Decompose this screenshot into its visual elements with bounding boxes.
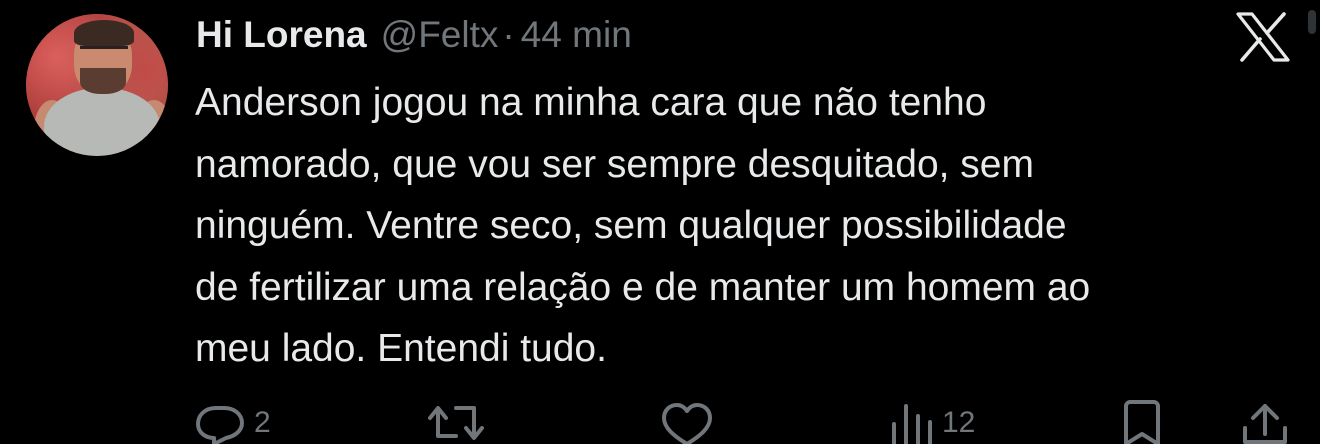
tweet-text: Anderson jogou na minha cara que não ten… [195, 72, 1295, 380]
views-button[interactable]: 12 [888, 400, 975, 444]
share-button[interactable] [1240, 400, 1300, 444]
tweet-timestamp[interactable]: 44 min [521, 14, 632, 56]
retweet-button[interactable] [424, 400, 498, 444]
tweet-header: Hi Lorena @Feltx · 44 min [196, 14, 632, 58]
bookmark-button[interactable] [1120, 400, 1174, 444]
avatar-beard [80, 68, 126, 94]
reply-icon [196, 406, 244, 444]
retweet-icon [428, 406, 484, 440]
views-count: 12 [942, 406, 976, 439]
views-icon [892, 404, 932, 444]
tweet-card[interactable]: Hi Lorena @Feltx · 44 min Anderson jogou… [0, 0, 1320, 444]
tweet-actions: 2 12 [0, 400, 1320, 444]
bookmark-icon [1124, 400, 1160, 444]
author-display-name[interactable]: Hi Lorena [196, 14, 367, 56]
author-handle[interactable]: @Feltx [381, 14, 499, 56]
tweet-text-line: de fertilizar uma relação e de manter um… [195, 265, 1091, 309]
tweet-text-line: meu lado. Entendi tudo. [195, 327, 607, 370]
tweet-text-line: namorado, que vou ser sempre desquitado,… [195, 142, 1034, 186]
avatar-shirt [44, 88, 160, 156]
heart-icon [662, 403, 712, 444]
x-logo-icon [1236, 12, 1290, 62]
share-icon [1243, 404, 1287, 444]
reply-button[interactable]: 2 [194, 400, 271, 444]
like-button[interactable] [660, 400, 724, 444]
reply-count: 2 [254, 406, 271, 439]
scrollbar[interactable] [1308, 10, 1316, 34]
avatar-hair [74, 20, 134, 46]
header-separator: · [502, 14, 515, 55]
avatar[interactable] [26, 14, 168, 156]
avatar-glasses [80, 46, 128, 61]
tweet-text-line: ninguém. Ventre seco, sem qualquer possi… [195, 204, 1067, 247]
tweet-text-line: Anderson jogou na minha cara que não ten… [195, 81, 987, 124]
